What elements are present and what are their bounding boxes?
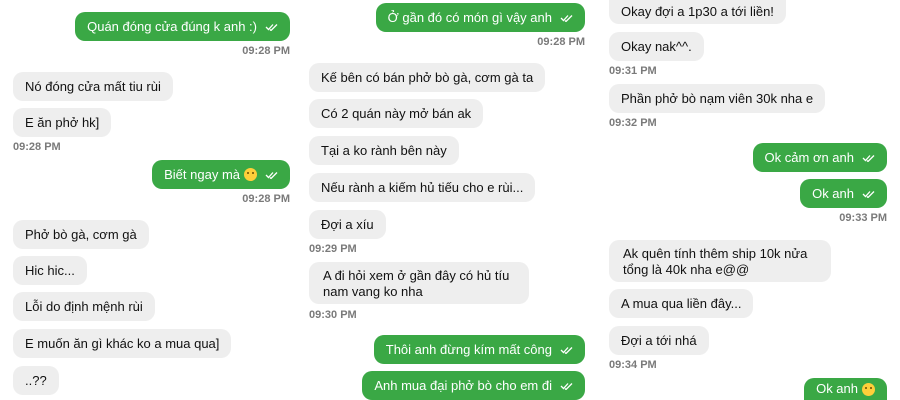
message-text: Biết ngay mà [164, 166, 240, 182]
message-text: Đợi a xíu [321, 216, 374, 232]
message-text: Okay đợi a 1p30 a tới liền! [621, 4, 774, 19]
message-text: Anh mua đại phở bò cho em đi [374, 377, 552, 393]
message-bubble-received[interactable]: Nếu rành a kiếm hủ tiếu cho e rùi... [309, 173, 536, 202]
timestamp: 09:28 PM [242, 45, 290, 57]
message-bubble-received[interactable]: A đi hỏi xem ở gần đây có hủ tíu nam van… [309, 262, 529, 304]
message-text: Lỗi do định mệnh rùi [25, 298, 143, 314]
message-bubble-sent[interactable]: Anh mua đại phở bò cho em đi [362, 371, 585, 400]
message-text: Ok cảm ơn anh [764, 149, 854, 165]
message-text: A đi hỏi xem ở gần đây có hủ tíu nam van… [323, 268, 510, 299]
message-bubble-sent[interactable]: Ok anh [804, 378, 887, 400]
message-bubble-received[interactable]: Phở bò gà, cơm gà [13, 220, 149, 249]
message-bubble-received[interactable]: E ăn phở hk] [13, 108, 112, 137]
message-bubble-sent[interactable]: Quán đóng cửa đúng k anh :) [75, 12, 290, 41]
message-bubble-received[interactable]: ..?? [13, 366, 59, 395]
message-text: E ăn phở hk] [25, 114, 100, 130]
timestamp: 09:34 PM [609, 359, 657, 371]
message-bubble-sent[interactable]: Ở gần đó có món gì vậy anh [375, 3, 585, 32]
double-check-icon [862, 154, 875, 162]
double-check-icon [560, 346, 573, 354]
timestamp: 09:28 PM [13, 141, 61, 153]
message-bubble-received[interactable]: Đợi a xíu [309, 210, 386, 239]
message-text: Okay nak^^. [621, 38, 692, 54]
double-check-icon [560, 14, 573, 22]
message-bubble-received[interactable]: Okay đợi a 1p30 a tới liền! [609, 0, 786, 24]
message-bubble-sent[interactable]: Ok anh [800, 179, 887, 208]
timestamp: 09:31 PM [609, 65, 657, 77]
timestamp: 09:29 PM [309, 243, 357, 255]
message-bubble-received[interactable]: Lỗi do định mệnh rùi [13, 292, 155, 321]
message-bubble-received[interactable]: Phần phở bò nạm viên 30k nha e [609, 84, 826, 113]
timestamp: 09:32 PM [609, 117, 657, 129]
double-check-icon [265, 23, 278, 31]
message-bubble-received[interactable]: Kế bên có bán phở bò gà, cơm gà ta [309, 63, 546, 92]
message-text: ..?? [25, 372, 47, 388]
smiley-emoji-icon [862, 382, 875, 396]
double-check-icon [560, 382, 573, 390]
message-text: Ở gần đó có món gì vậy anh [387, 9, 552, 25]
message-bubble-received[interactable]: Nó đóng cửa mất tiu rùi [13, 72, 173, 101]
message-bubble-received[interactable]: Okay nak^^. [609, 32, 704, 61]
timestamp: 09:28 PM [242, 193, 290, 205]
message-bubble-sent[interactable]: Thôi anh đừng kím mất công [373, 335, 585, 364]
chat-column-3: Okay đợi a 1p30 a tới liền! Okay nak^^. … [600, 0, 900, 400]
message-text: Đợi a tới nhá [621, 332, 697, 348]
double-check-icon [265, 171, 278, 179]
message-bubble-sent[interactable]: Biết ngay mà [152, 160, 290, 189]
message-text: Hic hic... [25, 262, 75, 278]
chat-column-2: Ở gần đó có món gì vậy anh 09:28 PM Kế b… [300, 0, 600, 400]
double-check-icon [862, 190, 875, 198]
message-text: Thôi anh đừng kím mất công [385, 341, 552, 357]
timestamp: 09:30 PM [309, 309, 357, 321]
message-text: Nếu rành a kiếm hủ tiếu cho e rùi... [321, 179, 524, 195]
smiley-emoji-icon [244, 168, 257, 181]
message-bubble-received[interactable]: Tại a ko rành bên này [309, 136, 459, 165]
message-text: Nó đóng cửa mất tiu rùi [25, 78, 161, 94]
message-text: E muốn ăn gì khác ko a mua qua] [25, 335, 220, 351]
message-text: Phở bò gà, cơm gà [25, 226, 137, 242]
timestamp: 09:28 PM [537, 36, 585, 48]
message-bubble-received[interactable]: Hic hic... [13, 256, 87, 285]
message-bubble-received[interactable]: Có 2 quán này mở bán ak [309, 99, 484, 128]
message-text: Ok anh [816, 381, 858, 396]
message-bubble-received[interactable]: Ak quên tính thêm ship 10k nửa tổng là 4… [609, 240, 831, 282]
message-text: Quán đóng cửa đúng k anh :) [87, 18, 257, 34]
message-text: Tại a ko rành bên này [321, 142, 447, 158]
message-text: Kế bên có bán phở bò gà, cơm gà ta [321, 69, 534, 85]
timestamp: 09:33 PM [839, 212, 887, 224]
message-text: Có 2 quán này mở bán ak [321, 105, 472, 121]
message-text: Phần phở bò nạm viên 30k nha e [621, 90, 814, 106]
message-text: Ak quên tính thêm ship 10k nửa tổng là 4… [623, 246, 808, 277]
message-text: Ok anh [812, 185, 854, 201]
message-bubble-received[interactable]: Đợi a tới nhá [609, 326, 709, 355]
message-bubble-received[interactable]: A mua qua liền đây... [609, 289, 754, 318]
message-bubble-received[interactable]: E muốn ăn gì khác ko a mua qua] [13, 329, 232, 358]
message-text: A mua qua liền đây... [621, 295, 742, 311]
message-bubble-sent[interactable]: Ok cảm ơn anh [752, 143, 887, 172]
chat-column-1: Quán đóng cửa đúng k anh :) 09:28 PM Nó … [0, 0, 300, 400]
